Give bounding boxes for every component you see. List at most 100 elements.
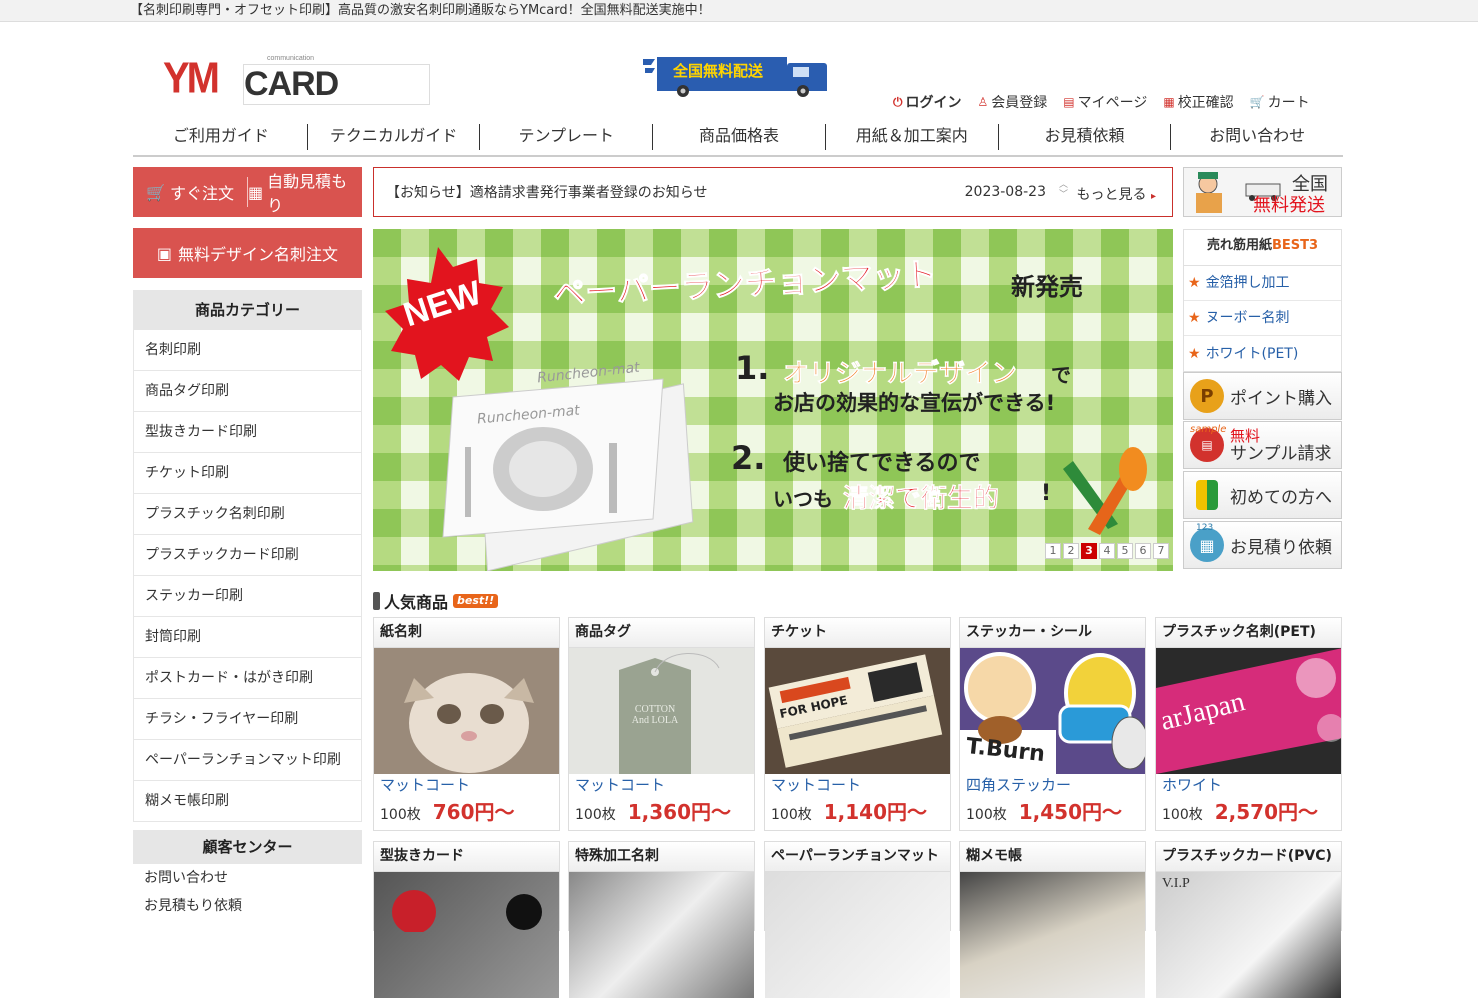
product-card-sticker[interactable]: ステッカー・シール T.Burn 四角ステッカー 100枚 1,450円〜 (959, 617, 1146, 831)
mypage-link[interactable]: ▤ マイページ (1063, 92, 1147, 112)
product-image-special-finish[interactable] (569, 872, 754, 998)
product-image-die-cut[interactable] (374, 872, 559, 998)
customer-contact-link[interactable]: お問い合わせ (133, 864, 362, 892)
product-image-ticket[interactable]: FOR HOPE (765, 648, 950, 774)
register-link[interactable]: ♙ 会員登録 (978, 92, 1048, 112)
category-die-cut-card[interactable]: 型抜きカード印刷 (133, 412, 362, 453)
product-name: ペーパーランチョンマット (765, 842, 950, 872)
product-name: 糊メモ帳 (960, 842, 1145, 872)
rank1-star-icon: ★ (1188, 275, 1201, 291)
pager-5[interactable]: 5 (1117, 543, 1133, 559)
notice-more-link[interactable]: もっと見る ▸ (1077, 184, 1156, 204)
nav-quote-request[interactable]: お見積依頼 (999, 124, 1172, 150)
beginner-label: 初めての方へ (1230, 487, 1332, 508)
product-card-memo-pad[interactable]: 糊メモ帳 (959, 841, 1146, 998)
point2-number: 2. (731, 439, 766, 477)
point-purchase-button[interactable]: P ポイント購入 (1183, 372, 1342, 420)
product-card-tag[interactable]: 商品タグ COTTON And LOLA マットコート 100枚 1,360円〜 (568, 617, 755, 831)
power-icon: ⏻ (893, 94, 903, 109)
nav-contact[interactable]: お問い合わせ (1171, 124, 1343, 150)
product-name: ステッカー・シール (960, 618, 1145, 648)
category-plastic-business-card[interactable]: プラスチック名刺印刷 (133, 494, 362, 535)
notice-bar[interactable]: 【お知らせ】適格請求書発行事業者登録のお知らせ 2023-08-23 ︿ ﹀ もっ… (373, 167, 1173, 217)
cart-link[interactable]: 🛒 カート (1250, 92, 1310, 112)
notice-text[interactable]: 【お知らせ】適格請求書発行事業者登録のお知らせ (386, 182, 707, 202)
pager-3[interactable]: 3 (1081, 543, 1097, 559)
product-price: 1,450円〜 (1018, 800, 1122, 824)
calculator-icon: ▦ (1190, 528, 1224, 562)
product-image-tag[interactable]: COTTON And LOLA (569, 648, 754, 774)
hero-banner[interactable]: NEW ペーパーランチョンマット 新発売 Runcheon-mat Runche… (373, 229, 1173, 571)
product-card-special-finish[interactable]: 特殊加工名刺 (568, 841, 755, 998)
customer-quote-link[interactable]: お見積もり依頼 (133, 892, 362, 920)
utility-nav: ⏻ ログイン ♙ 会員登録 ▤ マイページ ▦ 校正確認 🛒 カート (893, 92, 1310, 112)
pager-7[interactable]: 7 (1153, 543, 1169, 559)
pvc-text: V.I.P (1162, 876, 1190, 891)
category-memo-pad[interactable]: 糊メモ帳印刷 (133, 781, 362, 822)
best-item-white-pet[interactable]: ★ ホワイト(PET) (1184, 336, 1341, 371)
nav-paper-finishing[interactable]: 用紙＆加工案内 (826, 124, 999, 150)
notice-scroll-arrows[interactable]: ︿ ﹀ (1059, 180, 1068, 200)
product-image-sticker[interactable]: T.Burn (960, 648, 1145, 774)
announcement-text: 【名刺印刷専門・オフセット印刷】高品質の激安名刺印刷通販ならYMcard！全国無… (130, 3, 711, 18)
order-now-button[interactable]: 🛒 すぐ注文 (133, 167, 247, 217)
register-label: 会員登録 (991, 95, 1048, 111)
die-cut-photo (392, 890, 542, 934)
product-image-plastic-pet[interactable]: arJapan (1156, 648, 1341, 774)
pager-1[interactable]: 1 (1045, 543, 1061, 559)
proof-label: 校正確認 (1177, 95, 1234, 111)
category-plastic-card[interactable]: プラスチックカード印刷 (133, 535, 362, 576)
free-design-button[interactable]: ▣ 無料デザイン名刺注文 (133, 228, 362, 278)
popular-badge: best!! (453, 594, 499, 608)
best-title-text: 売れ筋用紙 (1206, 238, 1272, 253)
product-name: プラスチックカード(PVC) (1156, 842, 1341, 872)
product-image-plastic-pvc[interactable]: V.I.P (1156, 872, 1341, 998)
product-card-plastic-pet[interactable]: プラスチック名刺(PET) arJapan ホワイト 100枚 2,570円〜 (1155, 617, 1342, 831)
beginner-guide-button[interactable]: 初めての方へ (1183, 471, 1342, 519)
estimate-request-button[interactable]: ▦ 123 お見積り依頼 (1183, 521, 1342, 569)
calculator-icon: ▦ (248, 182, 264, 202)
pager-2[interactable]: 2 (1063, 543, 1079, 559)
login-link[interactable]: ⏻ ログイン (893, 92, 962, 112)
category-luncheon-mat[interactable]: ペーパーランチョンマット印刷 (133, 740, 362, 781)
pager-6[interactable]: 6 (1135, 543, 1151, 559)
nav-price-list[interactable]: 商品価格表 (653, 124, 826, 150)
point-label: ポイント購入 (1230, 388, 1332, 409)
product-qty: 100枚 (966, 807, 1007, 823)
product-image-luncheon-mat[interactable] (765, 872, 950, 998)
product-card-ticket[interactable]: チケット FOR HOPE マットコート 100枚 1,140円〜 (764, 617, 951, 831)
pager-4[interactable]: 4 (1099, 543, 1115, 559)
nav-template[interactable]: テンプレート (480, 124, 654, 150)
category-sticker[interactable]: ステッカー印刷 (133, 576, 362, 617)
product-image-cat-card[interactable] (374, 648, 559, 774)
category-business-card[interactable]: 名刺印刷 (133, 330, 362, 371)
best-item-label: 金箔押し加工 (1205, 275, 1290, 291)
nav-technical-guide[interactable]: テクニカルガイド (308, 124, 481, 150)
product-card-die-cut[interactable]: 型抜きカード (373, 841, 560, 998)
product-card-luncheon-mat[interactable]: ペーパーランチョンマット (764, 841, 951, 998)
category-ticket[interactable]: チケット印刷 (133, 453, 362, 494)
category-envelope[interactable]: 封筒印刷 (133, 617, 362, 658)
product-price: 1,140円〜 (823, 800, 927, 824)
ymcard-logo[interactable]: YM communication CARD (163, 52, 430, 105)
category-flyer[interactable]: チラシ・フライヤー印刷 (133, 699, 362, 740)
product-paper: マットコート (771, 776, 862, 794)
category-product-tag[interactable]: 商品タグ印刷 (133, 371, 362, 412)
global-nav: ご利用ガイド テクニカルガイド テンプレート 商品価格表 用紙＆加工案内 お見積… (135, 124, 1343, 150)
product-qty: 100枚 (575, 807, 616, 823)
product-image-memo-pad[interactable] (960, 872, 1145, 998)
product-card-paper-business-card[interactable]: 紙名刺 マットコート 100枚 760円〜 (373, 617, 560, 831)
best-item-nouveau[interactable]: ★ ヌーボー名刺 (1184, 301, 1341, 336)
product-price-row: 100枚 1,450円〜 (960, 796, 1145, 830)
product-name: チケット (765, 618, 950, 648)
free-shipping-box[interactable]: 全国 無料発送 (1183, 167, 1342, 217)
category-postcard[interactable]: ポストカード・はがき印刷 (133, 658, 362, 699)
proof-link[interactable]: ▦ 校正確認 (1163, 92, 1233, 112)
nav-guide[interactable]: ご利用ガイド (135, 124, 308, 150)
sample-text: 無料 サンプル請求 (1230, 427, 1332, 463)
best-item-gold-foil[interactable]: ★ 金箔押し加工 (1184, 266, 1341, 301)
header-bar-icon (373, 592, 380, 610)
product-card-plastic-pvc[interactable]: プラスチックカード(PVC) V.I.P (1155, 841, 1342, 998)
auto-quote-button[interactable]: ▦ 自動見積もり (248, 167, 362, 217)
free-sample-button[interactable]: ▤ sample 無料 サンプル請求 (1183, 421, 1342, 469)
